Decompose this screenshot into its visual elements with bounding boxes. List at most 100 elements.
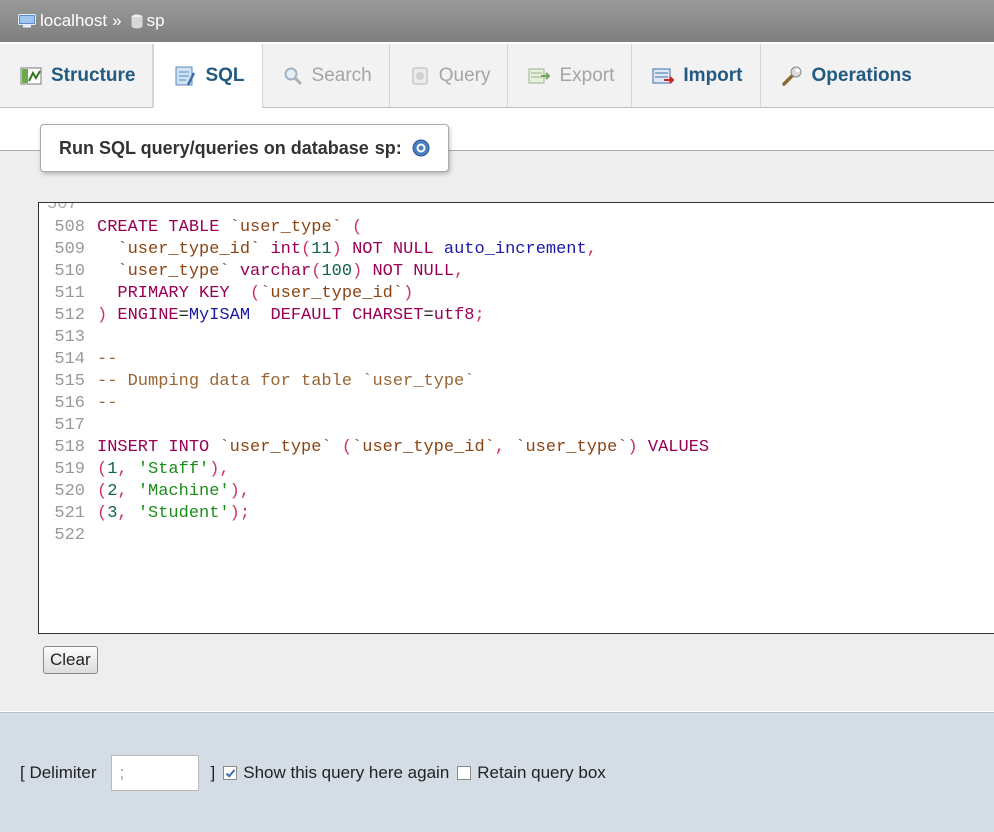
code-token: ( (352, 218, 363, 237)
tab-structure[interactable]: Structure (0, 44, 154, 107)
code-token: = (423, 306, 434, 325)
line-number: 519 (54, 460, 85, 479)
line-number: 512 (54, 306, 85, 325)
code-token: , (117, 460, 128, 479)
legend-text: Run SQL query/queries on database (59, 137, 369, 158)
line-number: 517 (54, 416, 85, 435)
tab-operations[interactable]: Operations (761, 44, 929, 107)
breadcrumb-server[interactable]: localhost (40, 11, 107, 31)
code-token: utf8 (433, 306, 475, 325)
code-token: ) (331, 240, 342, 259)
code-token: ), (229, 482, 251, 501)
code-token: ( (301, 240, 312, 259)
export-icon (528, 68, 551, 83)
code-token: -- Dumping data for table `user_type` (97, 372, 475, 391)
server-icon (18, 14, 36, 28)
line-number: 516 (54, 394, 85, 413)
sql-query-editor[interactable]: 507 508 CREATE TABLE `user_type` (509 `us… (38, 202, 994, 634)
tab-label: Import (683, 64, 743, 86)
tab-sql[interactable]: SQL (153, 44, 263, 108)
line-number: 522 (54, 526, 85, 545)
code-token: DEFAULT CHARSET (270, 306, 424, 325)
options-row: [ Delimiter ] Show this query here again… (20, 755, 606, 791)
code-line: 522 (39, 525, 97, 547)
delimiter-close-bracket: ] (210, 763, 216, 782)
line-number-partial: 507 (47, 202, 78, 214)
code-token: -- (97, 394, 118, 413)
show-query-again-checkbox[interactable] (223, 766, 238, 780)
code-token: 100 (321, 262, 353, 281)
code-token: = (178, 306, 189, 325)
delimiter-input[interactable] (110, 755, 199, 791)
code-token: PRIMARY KEY (117, 284, 230, 303)
line-number: 521 (54, 504, 85, 523)
tab-export[interactable]: Export (508, 44, 633, 107)
code-token: -- (97, 350, 118, 369)
retain-query-box-checkbox[interactable] (457, 766, 472, 780)
code-token: `user_type` (515, 438, 628, 457)
code-line: 515 -- Dumping data for table `user_type` (39, 371, 474, 393)
code-line: 519 (1, 'Staff'), (39, 459, 230, 481)
retain-query-box-label[interactable]: Retain query box (477, 763, 606, 783)
breadcrumb: localhost » sp (0, 0, 994, 42)
code-token: 3 (107, 504, 118, 523)
code-token: `user_type_id` (260, 284, 404, 303)
code-token: CREATE TABLE (97, 218, 230, 237)
legend-database: sp: (374, 137, 402, 158)
code-token: `user_type_id` (352, 438, 495, 457)
help-icon[interactable] (412, 139, 430, 157)
code-token: ), (209, 460, 230, 479)
tab-bar: Structure SQL Search Query Export Import… (0, 44, 994, 108)
code-token: ) (97, 306, 108, 325)
code-line: 514 -- (39, 349, 117, 371)
fieldset-legend: Run SQL query/queries on database sp: (40, 124, 449, 172)
line-number: 510 (54, 262, 85, 281)
code-line: 518 INSERT INTO `user_type` (`user_type_i… (39, 437, 709, 459)
code-token: 'Student' (137, 504, 230, 523)
code-token: `user_type` (229, 218, 342, 237)
tab-search[interactable]: Search (263, 44, 390, 107)
tab-label: SQL (205, 65, 245, 86)
code-token: ) (627, 438, 638, 457)
code-token: MyISAM (188, 306, 251, 325)
line-number: 518 (54, 438, 85, 457)
search-icon (284, 67, 302, 85)
code-line: 509 `user_type_id` int(11) NOT NULL auto… (39, 239, 597, 261)
code-token: `user_type` (219, 438, 332, 457)
query-options-bar: [ Delimiter ] Show this query here again… (0, 712, 994, 832)
wrench-icon (781, 66, 802, 86)
code-token: ( (97, 460, 108, 479)
code-token: NOT NULL (352, 240, 434, 259)
line-number: 515 (54, 372, 85, 391)
code-token: ( (250, 284, 261, 303)
show-query-again-label[interactable]: Show this query here again (243, 763, 449, 783)
tab-query[interactable]: Query (390, 44, 509, 107)
tab-import[interactable]: Import (632, 44, 761, 107)
code-token: ( (311, 262, 322, 281)
code-token: 'Machine' (137, 482, 230, 501)
query-icon (412, 67, 428, 84)
code-token: auto_increment (443, 240, 587, 259)
clear-button[interactable]: Clear (43, 646, 98, 674)
line-number: 513 (54, 328, 85, 347)
breadcrumb-database[interactable]: sp (147, 11, 165, 31)
tab-label: Query (438, 64, 491, 86)
code-line: 513 (39, 327, 97, 349)
database-icon (131, 14, 143, 28)
tab-label: Search (311, 64, 372, 86)
code-line: 508 CREATE TABLE `user_type` ( (39, 217, 362, 239)
code-token: VALUES (647, 438, 710, 457)
delimiter-label: [ Delimiter (20, 763, 97, 782)
code-token: ( (97, 504, 108, 523)
